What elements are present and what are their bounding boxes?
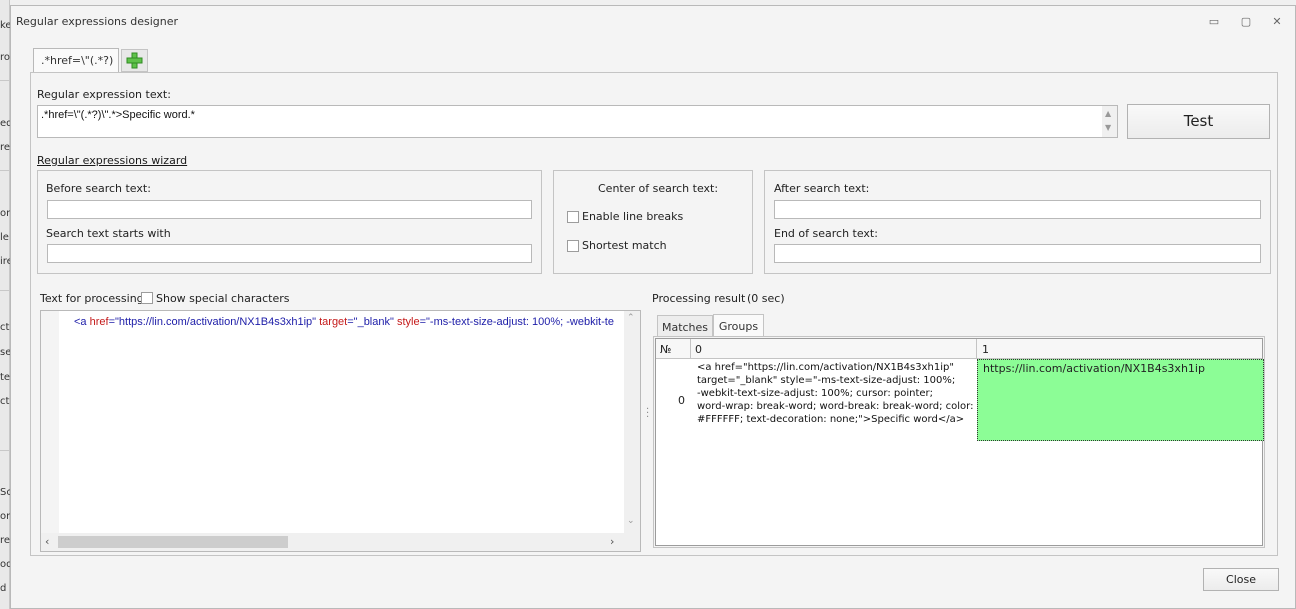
center-search-label: Center of search text: (598, 182, 719, 195)
background-window-strip: ke ro ed re on le ire ct se te ct Sc ord… (0, 0, 16, 609)
result-tab-panel: № 0 1 0 <a href="https://lin.com/activat… (653, 336, 1265, 548)
scroll-up-icon[interactable]: ⌃ (627, 313, 635, 323)
center-search-group: Center of search text: Enable line break… (553, 170, 753, 274)
title-bar: Regular expressions designer ▭ ▢ ✕ (11, 6, 1295, 36)
hscroll-thumb[interactable] (58, 536, 288, 548)
search-starts-input[interactable] (47, 244, 532, 263)
grid-header: № 0 1 (656, 339, 1262, 359)
search-starts-label: Search text starts with (46, 227, 171, 240)
before-search-input[interactable] (47, 200, 532, 219)
row-group0-cell[interactable]: <a href="https://lin.com/activation/NX1B… (697, 361, 975, 439)
plus-icon (126, 52, 143, 69)
after-search-label: After search text: (774, 182, 870, 195)
bg-fragment: ct (0, 322, 10, 333)
before-search-label: Before search text: (46, 182, 151, 195)
table-row[interactable]: 0 <a href="https://lin.com/activation/NX… (656, 359, 1264, 441)
bg-fragment: re (0, 142, 11, 153)
after-search-group: After search text: End of search text: (764, 170, 1271, 274)
dialog-title: Regular expressions designer (16, 15, 179, 28)
regex-designer-dialog: Regular expressions designer ▭ ▢ ✕ .*hre… (10, 5, 1296, 609)
regex-scrollbar[interactable]: ▲ ▼ (1102, 106, 1117, 137)
add-tab-button[interactable] (121, 49, 148, 72)
processing-result-label: Processing result (652, 292, 746, 305)
row-group1-cell[interactable]: https://lin.com/activation/NX1B4s3xh1ip (977, 359, 1264, 441)
regex-text-value: .*href=\"(.*?)\".*>Specific word.* (41, 109, 195, 121)
scroll-down-icon[interactable]: ▼ (1105, 123, 1111, 132)
scroll-down-icon[interactable]: ⌄ (627, 516, 635, 526)
scroll-left-icon[interactable]: ‹ (45, 535, 49, 548)
editor-code-line: <a href="https://lin.com/activation/NX1B… (74, 316, 614, 328)
tab-groups[interactable]: Groups (713, 314, 764, 337)
bg-fragment: le (0, 232, 9, 243)
bg-fragment: te (0, 372, 11, 383)
after-search-input[interactable] (774, 200, 1261, 219)
editor-vscrollbar[interactable]: ⌃ ⌄ (624, 311, 640, 533)
enable-line-breaks-checkbox[interactable] (567, 211, 579, 223)
maximize-icon[interactable]: ▢ (1239, 15, 1253, 29)
enable-line-breaks-label[interactable]: Enable line breaks (582, 210, 683, 223)
end-search-input[interactable] (774, 244, 1261, 263)
text-processing-label: Text for processing (40, 292, 144, 305)
end-search-label: End of search text: (774, 227, 878, 240)
before-search-group: Before search text: Search text starts w… (37, 170, 542, 274)
shortest-match-checkbox[interactable] (567, 240, 579, 252)
groups-grid: № 0 1 0 <a href="https://lin.com/activat… (655, 338, 1264, 546)
tab-matches[interactable]: Matches (657, 315, 713, 337)
shortest-match-label[interactable]: Shortest match (582, 239, 667, 252)
test-button[interactable]: Test (1127, 104, 1270, 139)
close-icon[interactable]: ✕ (1270, 15, 1284, 29)
minimize-icon[interactable]: ▭ (1207, 15, 1221, 29)
show-special-chars-checkbox[interactable] (141, 292, 153, 304)
text-processing-editor[interactable]: <a href="https://lin.com/activation/NX1B… (40, 310, 641, 552)
editor-hscrollbar[interactable]: ‹ › (41, 533, 640, 551)
row-index: 0 (678, 394, 685, 407)
col-header-group1[interactable]: 1 (977, 339, 1262, 359)
regex-tab-panel: Regular expression text: .*href=\"(.*?)\… (30, 72, 1278, 556)
bg-fragment: ct (0, 396, 10, 407)
splitter-grip[interactable]: · · · (646, 405, 649, 423)
scroll-right-icon[interactable]: › (610, 535, 614, 548)
regex-text-label: Regular expression text: (37, 88, 171, 101)
col-header-group0[interactable]: 0 (691, 339, 977, 359)
regex-wizard-link[interactable]: Regular expressions wizard (37, 154, 187, 167)
processing-time: (0 sec) (747, 292, 785, 305)
close-button[interactable]: Close (1203, 568, 1279, 591)
scroll-up-icon[interactable]: ▲ (1105, 109, 1111, 118)
show-special-chars-label[interactable]: Show special characters (156, 292, 289, 305)
col-header-index[interactable]: № (656, 339, 691, 359)
editor-gutter (41, 311, 59, 533)
bg-fragment: d (0, 583, 7, 594)
tab-regex-1[interactable]: .*href=\"(.*?) (33, 48, 119, 72)
regex-text-input[interactable]: .*href=\"(.*?)\".*>Specific word.* ▲ ▼ (37, 105, 1118, 138)
bg-fragment: ro (0, 52, 11, 63)
bg-fragment: re (0, 535, 11, 546)
